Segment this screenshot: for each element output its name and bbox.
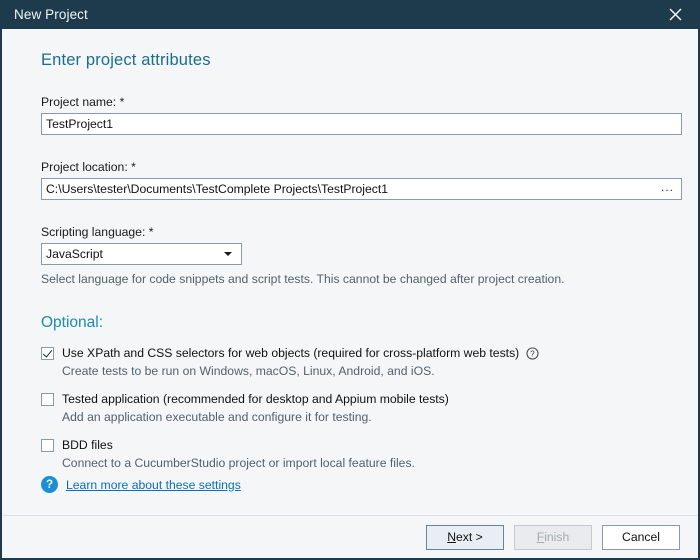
dialog-content: Enter project attributes Project name: *… — [2, 29, 698, 515]
option-xpath-checkbox[interactable] — [41, 347, 54, 360]
chevron-down-icon — [224, 252, 232, 256]
scripting-language-select[interactable]: JavaScript — [41, 243, 242, 265]
help-icon-badge[interactable]: ? — [41, 476, 58, 493]
page-title: Enter project attributes — [41, 29, 680, 70]
project-name-value: TestProject1 — [46, 117, 677, 131]
option-bdd-hint: Connect to a CucumberStudio project or i… — [62, 456, 680, 470]
project-location-label: Project location: * — [41, 160, 680, 174]
option-bdd-row: BDD files — [41, 438, 680, 452]
new-project-dialog: New Project Enter project attributes Pro… — [0, 0, 700, 560]
learn-more-row: ? Learn more about these settings — [41, 476, 241, 493]
next-rest: ext > — [456, 530, 483, 544]
project-name-input[interactable]: TestProject1 — [41, 113, 682, 135]
optional-section-title: Optional: — [41, 286, 680, 332]
scripting-language-label: Scripting language: * — [41, 225, 680, 239]
option-xpath-row: Use XPath and CSS selectors for web obje… — [41, 346, 680, 360]
browse-button[interactable]: ... — [658, 183, 677, 196]
title-bar: New Project — [2, 0, 698, 29]
scripting-language-value: JavaScript — [46, 247, 224, 261]
option-tested-app-label: Tested application (recommended for desk… — [62, 392, 449, 406]
option-xpath-label: Use XPath and CSS selectors for web obje… — [62, 346, 519, 360]
option-tested-app-hint: Add an application executable and config… — [62, 410, 680, 424]
close-icon[interactable] — [652, 0, 698, 29]
option-tested-app-row: Tested application (recommended for desk… — [41, 392, 680, 406]
option-bdd-label: BDD files — [62, 438, 113, 452]
cancel-button[interactable]: Cancel — [602, 525, 680, 550]
svg-text:?: ? — [531, 349, 536, 358]
project-location-input[interactable]: C:\Users\tester\Documents\TestComplete P… — [41, 178, 682, 200]
finish-rest: inish — [544, 530, 569, 544]
finish-button-label: Finish — [537, 530, 570, 544]
option-xpath-hint: Create tests to be run on Windows, macOS… — [62, 364, 680, 378]
next-button[interactable]: Next > — [426, 525, 504, 550]
window-title: New Project — [14, 7, 88, 22]
next-button-label: Next > — [447, 530, 483, 544]
scripting-language-hint: Select language for code snippets and sc… — [41, 272, 680, 286]
project-location-value: C:\Users\tester\Documents\TestComplete P… — [46, 182, 658, 196]
cancel-button-label: Cancel — [622, 530, 660, 544]
learn-more-link[interactable]: Learn more about these settings — [66, 478, 241, 492]
help-icon[interactable]: ? — [526, 347, 539, 360]
option-tested-app-checkbox[interactable] — [41, 393, 54, 406]
finish-button: Finish — [514, 525, 592, 550]
project-name-label: Project name: * — [41, 95, 680, 109]
dialog-footer: Next > Finish Cancel — [2, 515, 698, 558]
option-bdd-checkbox[interactable] — [41, 439, 54, 452]
next-accel: N — [447, 530, 456, 544]
